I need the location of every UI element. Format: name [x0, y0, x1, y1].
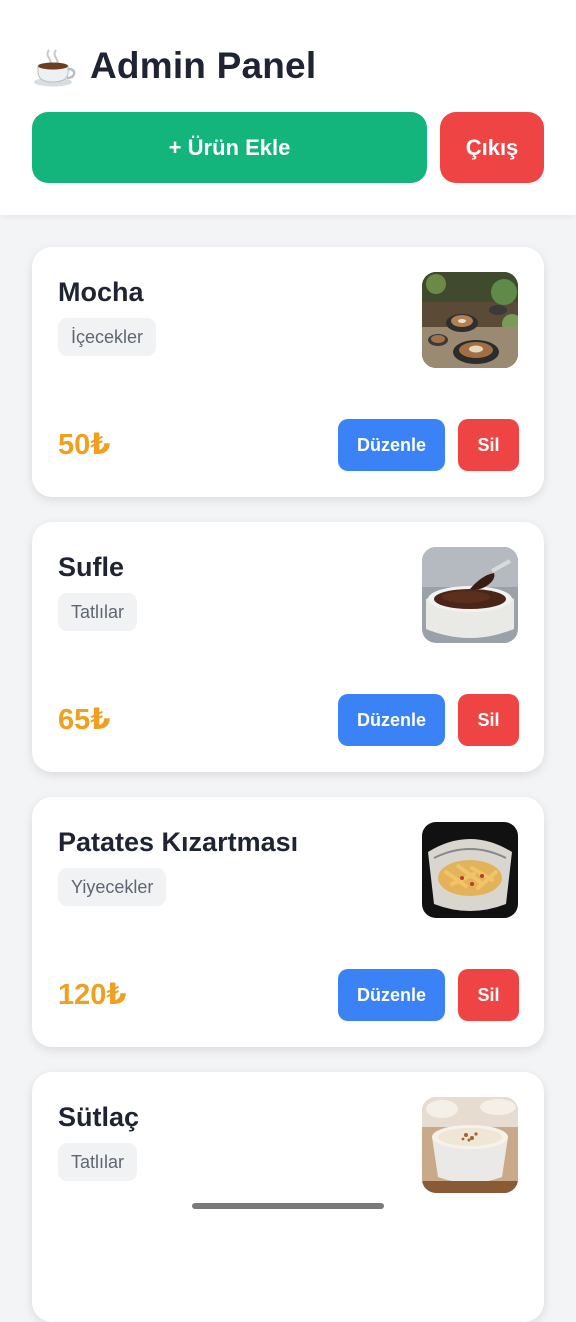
french-fries-image — [422, 822, 518, 918]
product-image — [422, 822, 518, 918]
page-title: Admin Panel — [90, 45, 317, 86]
edit-button[interactable]: Düzenle — [338, 419, 445, 471]
product-image — [422, 547, 518, 643]
product-card: Patates Kızartması Yiyecekler 120₺ Düzen… — [32, 797, 544, 1047]
product-price: 50₺ — [58, 429, 111, 461]
product-name: Sufle — [58, 552, 125, 582]
delete-button[interactable]: Sil — [458, 694, 519, 746]
product-name: Patates Kızartması — [58, 827, 299, 857]
category-badge: Tatlılar — [58, 593, 138, 631]
header: Admin Panel + Ürün Ekle Çıkış — [0, 0, 576, 215]
category-badge: Yiyecekler — [58, 868, 167, 906]
edit-button[interactable]: Düzenle — [338, 694, 445, 746]
title-row: Admin Panel — [32, 38, 316, 94]
product-name: Sütlaç — [58, 1102, 140, 1132]
product-card: Sütlaç Tatlılar — [32, 1072, 544, 1322]
product-name: Mocha — [58, 277, 144, 307]
delete-button[interactable]: Sil — [458, 419, 519, 471]
edit-button[interactable]: Düzenle — [338, 969, 445, 1021]
logout-button[interactable]: Çıkış — [440, 112, 544, 183]
product-image — [422, 272, 518, 368]
rice-pudding-image — [422, 1097, 518, 1193]
product-card: Mocha İçecekler 50₺ Düzenle Sil — [32, 247, 544, 497]
category-badge: Tatlılar — [58, 1143, 138, 1181]
category-badge: İçecekler — [58, 318, 157, 356]
coffee-cup-icon — [34, 49, 76, 87]
product-image — [422, 1097, 518, 1193]
coffee-cups-image — [422, 272, 518, 368]
delete-button[interactable]: Sil — [458, 969, 519, 1021]
product-price: 65₺ — [58, 704, 111, 736]
add-product-button[interactable]: + Ürün Ekle — [32, 112, 427, 183]
product-card: Sufle Tatlılar 65₺ Düzenle Sil — [32, 522, 544, 772]
home-indicator[interactable] — [192, 1203, 384, 1209]
chocolate-souffle-image — [422, 547, 518, 643]
product-price: 120₺ — [58, 979, 127, 1011]
